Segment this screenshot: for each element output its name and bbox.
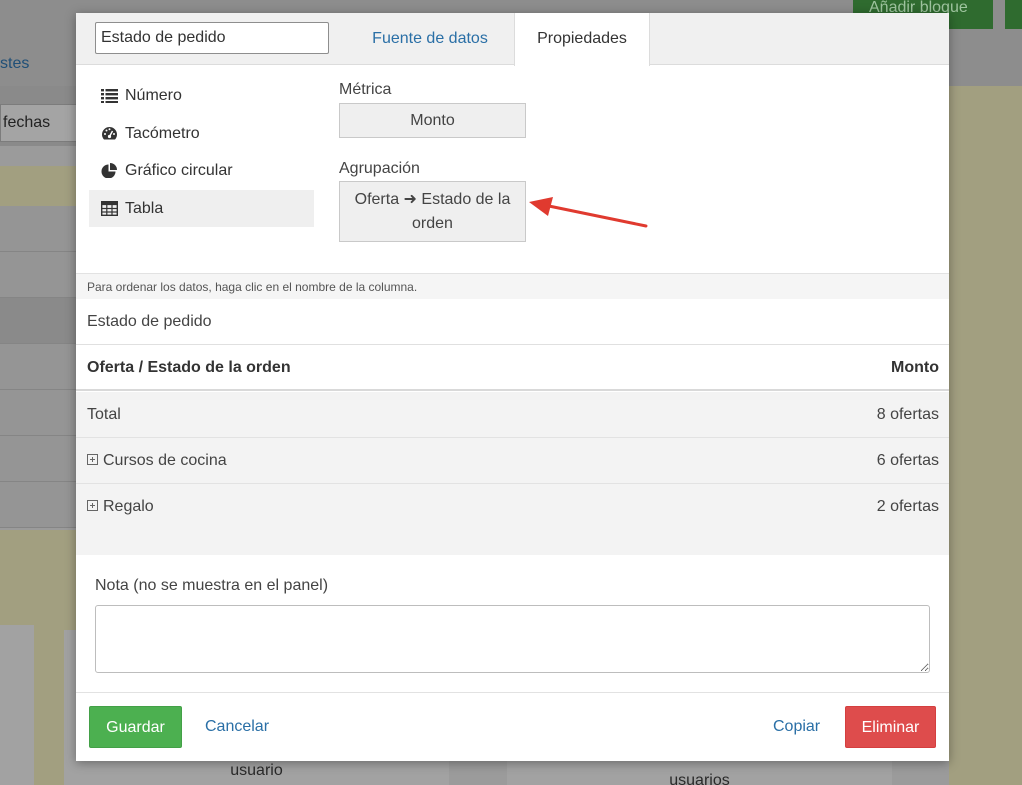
background-card-label: usuarios bbox=[669, 772, 730, 785]
sort-hint: Para ordenar los datos, haga clic en el … bbox=[76, 273, 949, 299]
row-label: Regalo bbox=[103, 498, 154, 515]
row-name: Cursos de cocina bbox=[87, 438, 227, 484]
background-dates-button: fechas bbox=[0, 104, 78, 142]
block-settings-modal: Fuente de datos Propiedades Número Tacóm… bbox=[76, 13, 949, 761]
background-card-label: usuario bbox=[230, 762, 283, 779]
expand-plus-icon[interactable] bbox=[87, 454, 98, 465]
expand-plus-icon[interactable] bbox=[87, 500, 98, 511]
row-value: 2 ofertas bbox=[876, 498, 939, 515]
background-row bbox=[0, 482, 78, 528]
tab-properties[interactable]: Propiedades bbox=[514, 13, 650, 66]
note-textarea[interactable] bbox=[95, 605, 930, 673]
background-row bbox=[0, 252, 78, 298]
column-header-group[interactable]: Oferta / Estado de la orden bbox=[87, 345, 291, 391]
table-header: Oferta / Estado de la orden Monto bbox=[76, 344, 949, 391]
column-header-amount[interactable]: Monto bbox=[891, 345, 939, 391]
background-card bbox=[0, 625, 34, 785]
annotation-arrow-icon bbox=[529, 197, 648, 228]
table-icon bbox=[100, 200, 121, 217]
background-panel-right bbox=[949, 86, 1022, 785]
grouping-label: Agrupación bbox=[339, 160, 420, 177]
viz-option-number[interactable]: Número bbox=[89, 77, 314, 114]
note-label: Nota (no se muestra en el panel) bbox=[95, 577, 329, 594]
grouping-select[interactable]: Oferta ➜ Estado de la orden bbox=[339, 181, 526, 242]
table-row[interactable]: Regalo 2 ofertas bbox=[76, 484, 949, 530]
list-icon bbox=[101, 88, 121, 104]
background-tab-text: stes bbox=[0, 55, 30, 72]
table-row[interactable]: Cursos de cocina 6 ofertas bbox=[76, 438, 949, 484]
copy-button[interactable]: Copiar bbox=[773, 706, 820, 748]
viz-option-table[interactable]: Tabla bbox=[89, 190, 314, 227]
modal-footer: Guardar Cancelar Copiar Eliminar bbox=[76, 692, 949, 761]
background-row bbox=[0, 206, 78, 252]
grouping-value-line: orden bbox=[412, 215, 453, 232]
modal-header: Fuente de datos Propiedades bbox=[76, 13, 949, 66]
row-value: 8 ofertas bbox=[876, 406, 939, 423]
viz-option-pie-chart[interactable]: Gráfico circular bbox=[89, 152, 314, 189]
viz-option-label: Tabla bbox=[125, 199, 164, 217]
background-green-button bbox=[1005, 0, 1022, 29]
viz-option-label: Tacómetro bbox=[125, 124, 200, 142]
grouping-value-line: Oferta ➜ Estado de la bbox=[354, 191, 511, 208]
table-preview-title: Estado de pedido bbox=[87, 313, 212, 330]
gauge-icon bbox=[101, 126, 121, 142]
tab-data-source[interactable]: Fuente de datos bbox=[349, 13, 511, 66]
viz-option-label: Número bbox=[125, 86, 182, 104]
row-name: Regalo bbox=[87, 484, 154, 530]
background-row bbox=[0, 298, 78, 344]
cancel-button[interactable]: Cancelar bbox=[205, 706, 269, 748]
table-padding bbox=[76, 530, 949, 555]
save-button[interactable]: Guardar bbox=[89, 706, 182, 748]
background-row bbox=[0, 344, 78, 390]
row-value: 6 ofertas bbox=[876, 452, 939, 469]
block-title-input[interactable] bbox=[95, 22, 329, 54]
background-row bbox=[0, 390, 78, 436]
row-name: Total bbox=[87, 406, 121, 423]
viz-option-label: Gráfico circular bbox=[125, 161, 233, 179]
metric-label: Métrica bbox=[339, 81, 392, 98]
background-row bbox=[0, 436, 78, 482]
metric-select[interactable]: Monto bbox=[339, 103, 526, 138]
pie-chart-icon bbox=[101, 162, 121, 179]
row-label: Cursos de cocina bbox=[103, 452, 227, 469]
viz-option-gauge[interactable]: Tacómetro bbox=[89, 115, 314, 152]
table-row-total: Total 8 ofertas bbox=[76, 392, 949, 438]
delete-button[interactable]: Eliminar bbox=[845, 706, 936, 748]
